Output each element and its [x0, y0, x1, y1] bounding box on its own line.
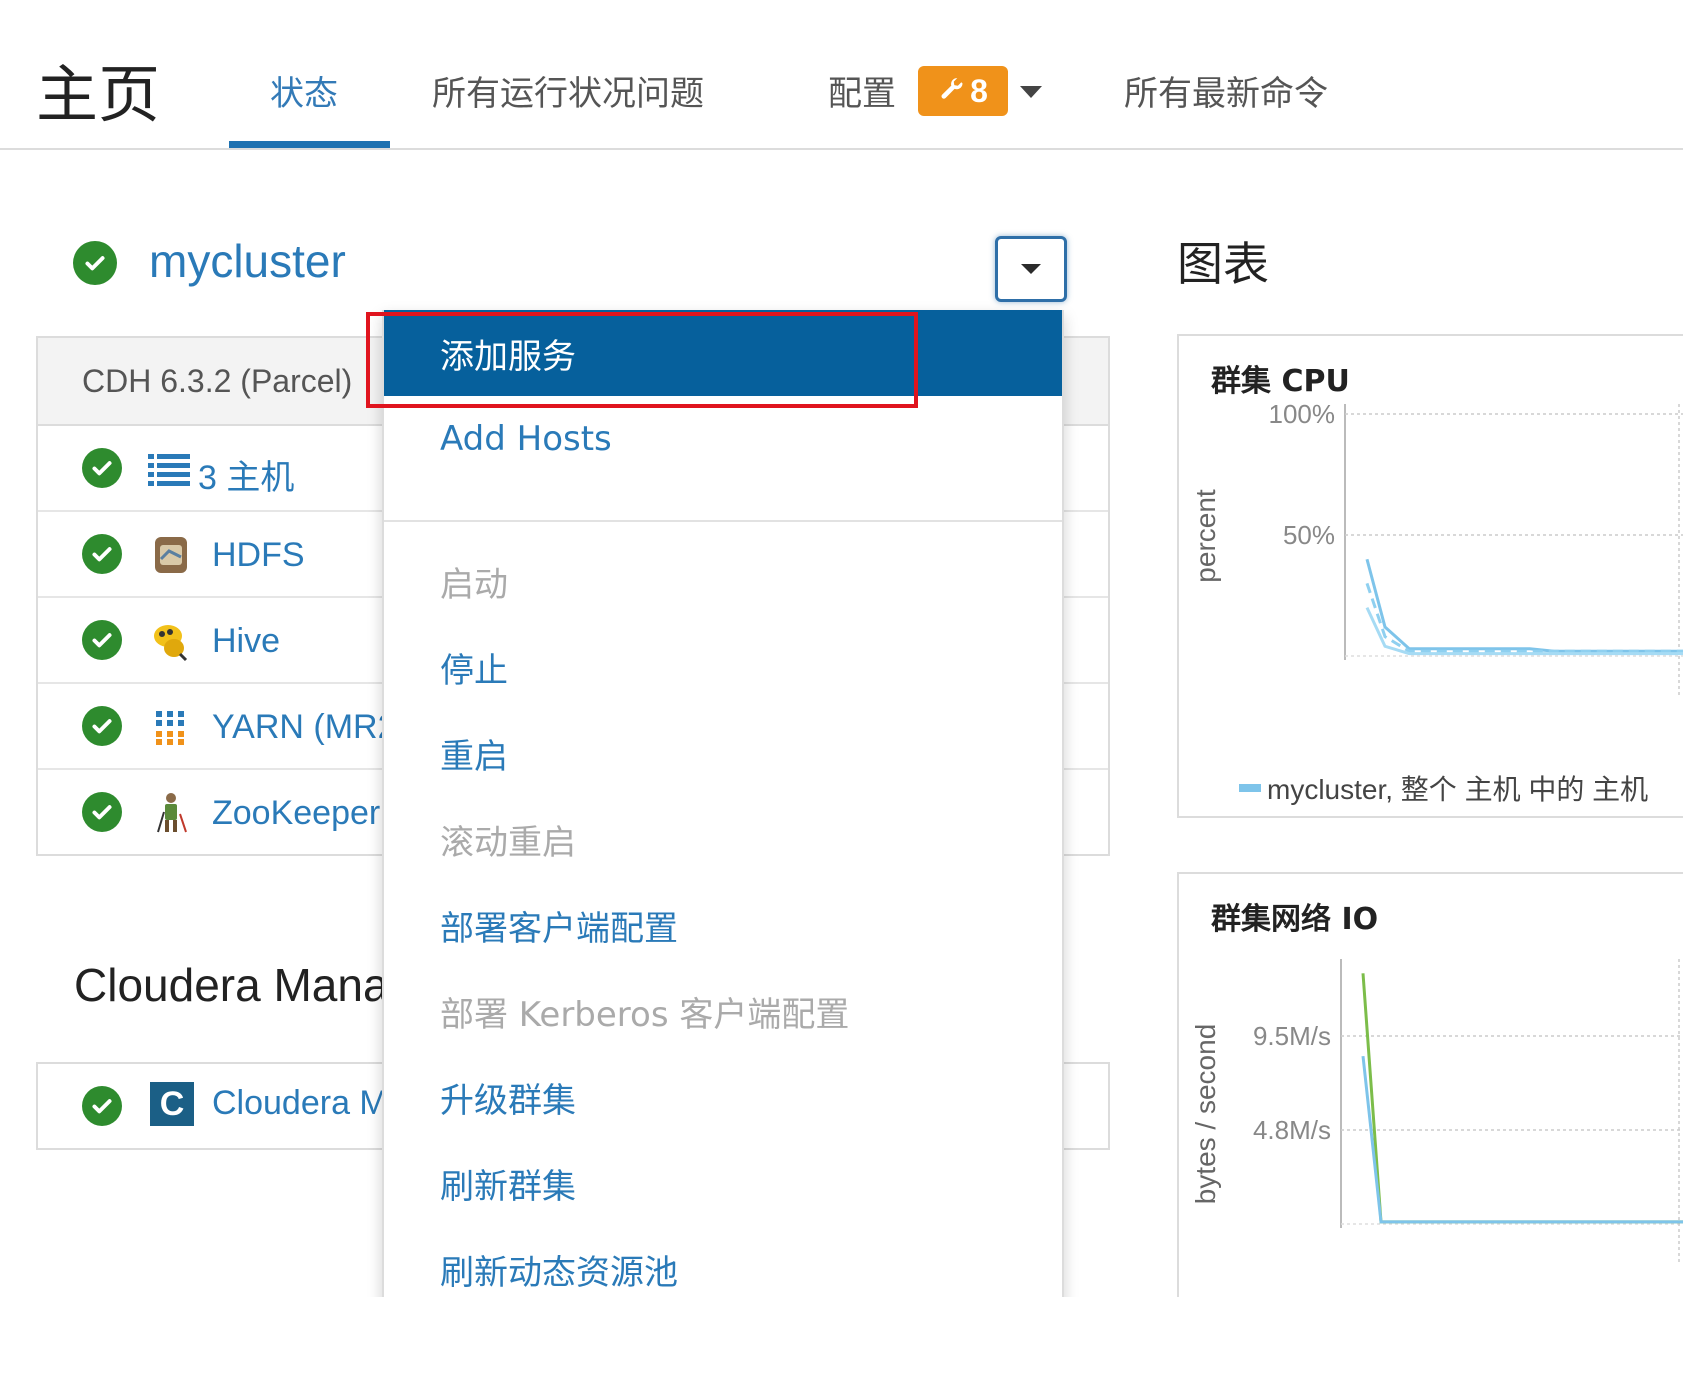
cpu-chart-plot: 100% 50% percent [1190, 399, 1683, 696]
menu-item-add-hosts[interactable]: Add Hosts [384, 396, 1062, 482]
y-tick-label: 4.8M/s [1253, 1115, 1331, 1145]
cluster-name-link[interactable]: mycluster [149, 234, 346, 288]
cluster-network-io-chart: 群集网络 IO 9.5M/s 4.8M/s bytes / second [1177, 872, 1683, 1297]
y-tick-label: 50% [1283, 520, 1335, 550]
series-line [1361, 1055, 1683, 1224]
tab-status[interactable]: 状态 [270, 66, 338, 115]
tab-configuration[interactable]: 配置 [828, 66, 896, 115]
cluster-cpu-chart: 群集 CPU 100% 50% percent mycluster, 整个 主机 中… [1177, 334, 1683, 818]
health-good-icon [82, 620, 122, 660]
cloudera-logo-icon: C [150, 1082, 194, 1126]
highlight-annotation [366, 312, 918, 408]
y-axis-label: percent [1190, 489, 1221, 583]
menu-item-rolling-restart: 滚动重启 [440, 822, 576, 863]
caret-down-icon [1021, 264, 1041, 274]
network-chart-plot: 9.5M/s 4.8M/s bytes / second [1190, 959, 1683, 1264]
cloudera-management-link[interactable]: Cloudera M [212, 1084, 388, 1123]
service-link-zookeeper[interactable]: ZooKeeper [212, 794, 380, 833]
menu-item-stop[interactable]: 停止 [384, 624, 1062, 710]
service-link-yarn[interactable]: YARN (MR2 [212, 708, 397, 747]
page-title: 主页 [36, 58, 161, 131]
tab-health-issues[interactable]: 所有运行状况问题 [432, 66, 704, 115]
series-line [1365, 558, 1683, 653]
header-divider [0, 148, 1683, 150]
cloudera-management-title: Cloudera Mana [74, 959, 389, 1011]
y-axis-label: bytes / second [1190, 1024, 1221, 1205]
health-good-icon [82, 1086, 122, 1126]
series-line [1361, 973, 1683, 1224]
legend-swatch [1239, 784, 1261, 792]
menu-item-deploy-client-config[interactable]: 部署客户端配置 [384, 882, 1062, 968]
menu-item-start: 启动 [440, 564, 508, 605]
legend-label: mycluster, 整个 主机 中的 主机 [1267, 774, 1649, 805]
charts-title: 图表 [1177, 237, 1269, 291]
tab-recent-commands[interactable]: 所有最新命令 [1124, 66, 1328, 115]
chart-legend: mycluster, 整个 主机 中的 主机 [1239, 768, 1648, 808]
menu-item-deploy-kerberos-config: 部署 Kerberos 客户端配置 [440, 994, 850, 1035]
hive-icon [150, 620, 192, 662]
hdfs-icon [150, 534, 192, 576]
series-line [1365, 582, 1683, 653]
service-link-hdfs[interactable]: HDFS [212, 536, 305, 575]
wrench-icon [941, 78, 963, 99]
menu-divider [384, 520, 1062, 522]
series-line [1365, 606, 1683, 656]
hosts-icon [148, 448, 190, 490]
cluster-health-icon [73, 241, 117, 285]
menu-item-refresh-cluster[interactable]: 刷新群集 [384, 1140, 1062, 1226]
cluster-actions-menu: 添加服务 Add Hosts 启动 停止 重启 滚动重启 部署客户端配置 部署 … [382, 310, 1064, 1297]
config-issues-count: 8 [970, 72, 988, 109]
config-issues-badge[interactable]: 8 [918, 66, 1008, 116]
yarn-icon [150, 706, 192, 748]
y-tick-label: 9.5M/s [1253, 1021, 1331, 1051]
menu-item-refresh-dynamic-resource-pools[interactable]: 刷新动态资源池 [384, 1226, 1062, 1297]
menu-item-upgrade-cluster[interactable]: 升级群集 [384, 1054, 1062, 1140]
service-link-hive[interactable]: Hive [212, 622, 280, 661]
health-good-icon [82, 448, 122, 488]
health-good-icon [82, 706, 122, 746]
y-tick-label: 100% [1269, 399, 1336, 429]
health-good-icon [82, 534, 122, 574]
zookeeper-icon [150, 792, 192, 834]
health-good-icon [82, 792, 122, 832]
viewport: 主页 状态 所有运行状况问题 配置 8 所有最新命令 mycluster CDH… [0, 0, 1683, 1297]
cluster-actions-dropdown-button[interactable] [995, 236, 1067, 302]
service-link-hosts[interactable]: 3 主机 [198, 450, 294, 499]
menu-item-restart[interactable]: 重启 [384, 710, 1062, 796]
chevron-down-icon[interactable] [1020, 86, 1042, 98]
